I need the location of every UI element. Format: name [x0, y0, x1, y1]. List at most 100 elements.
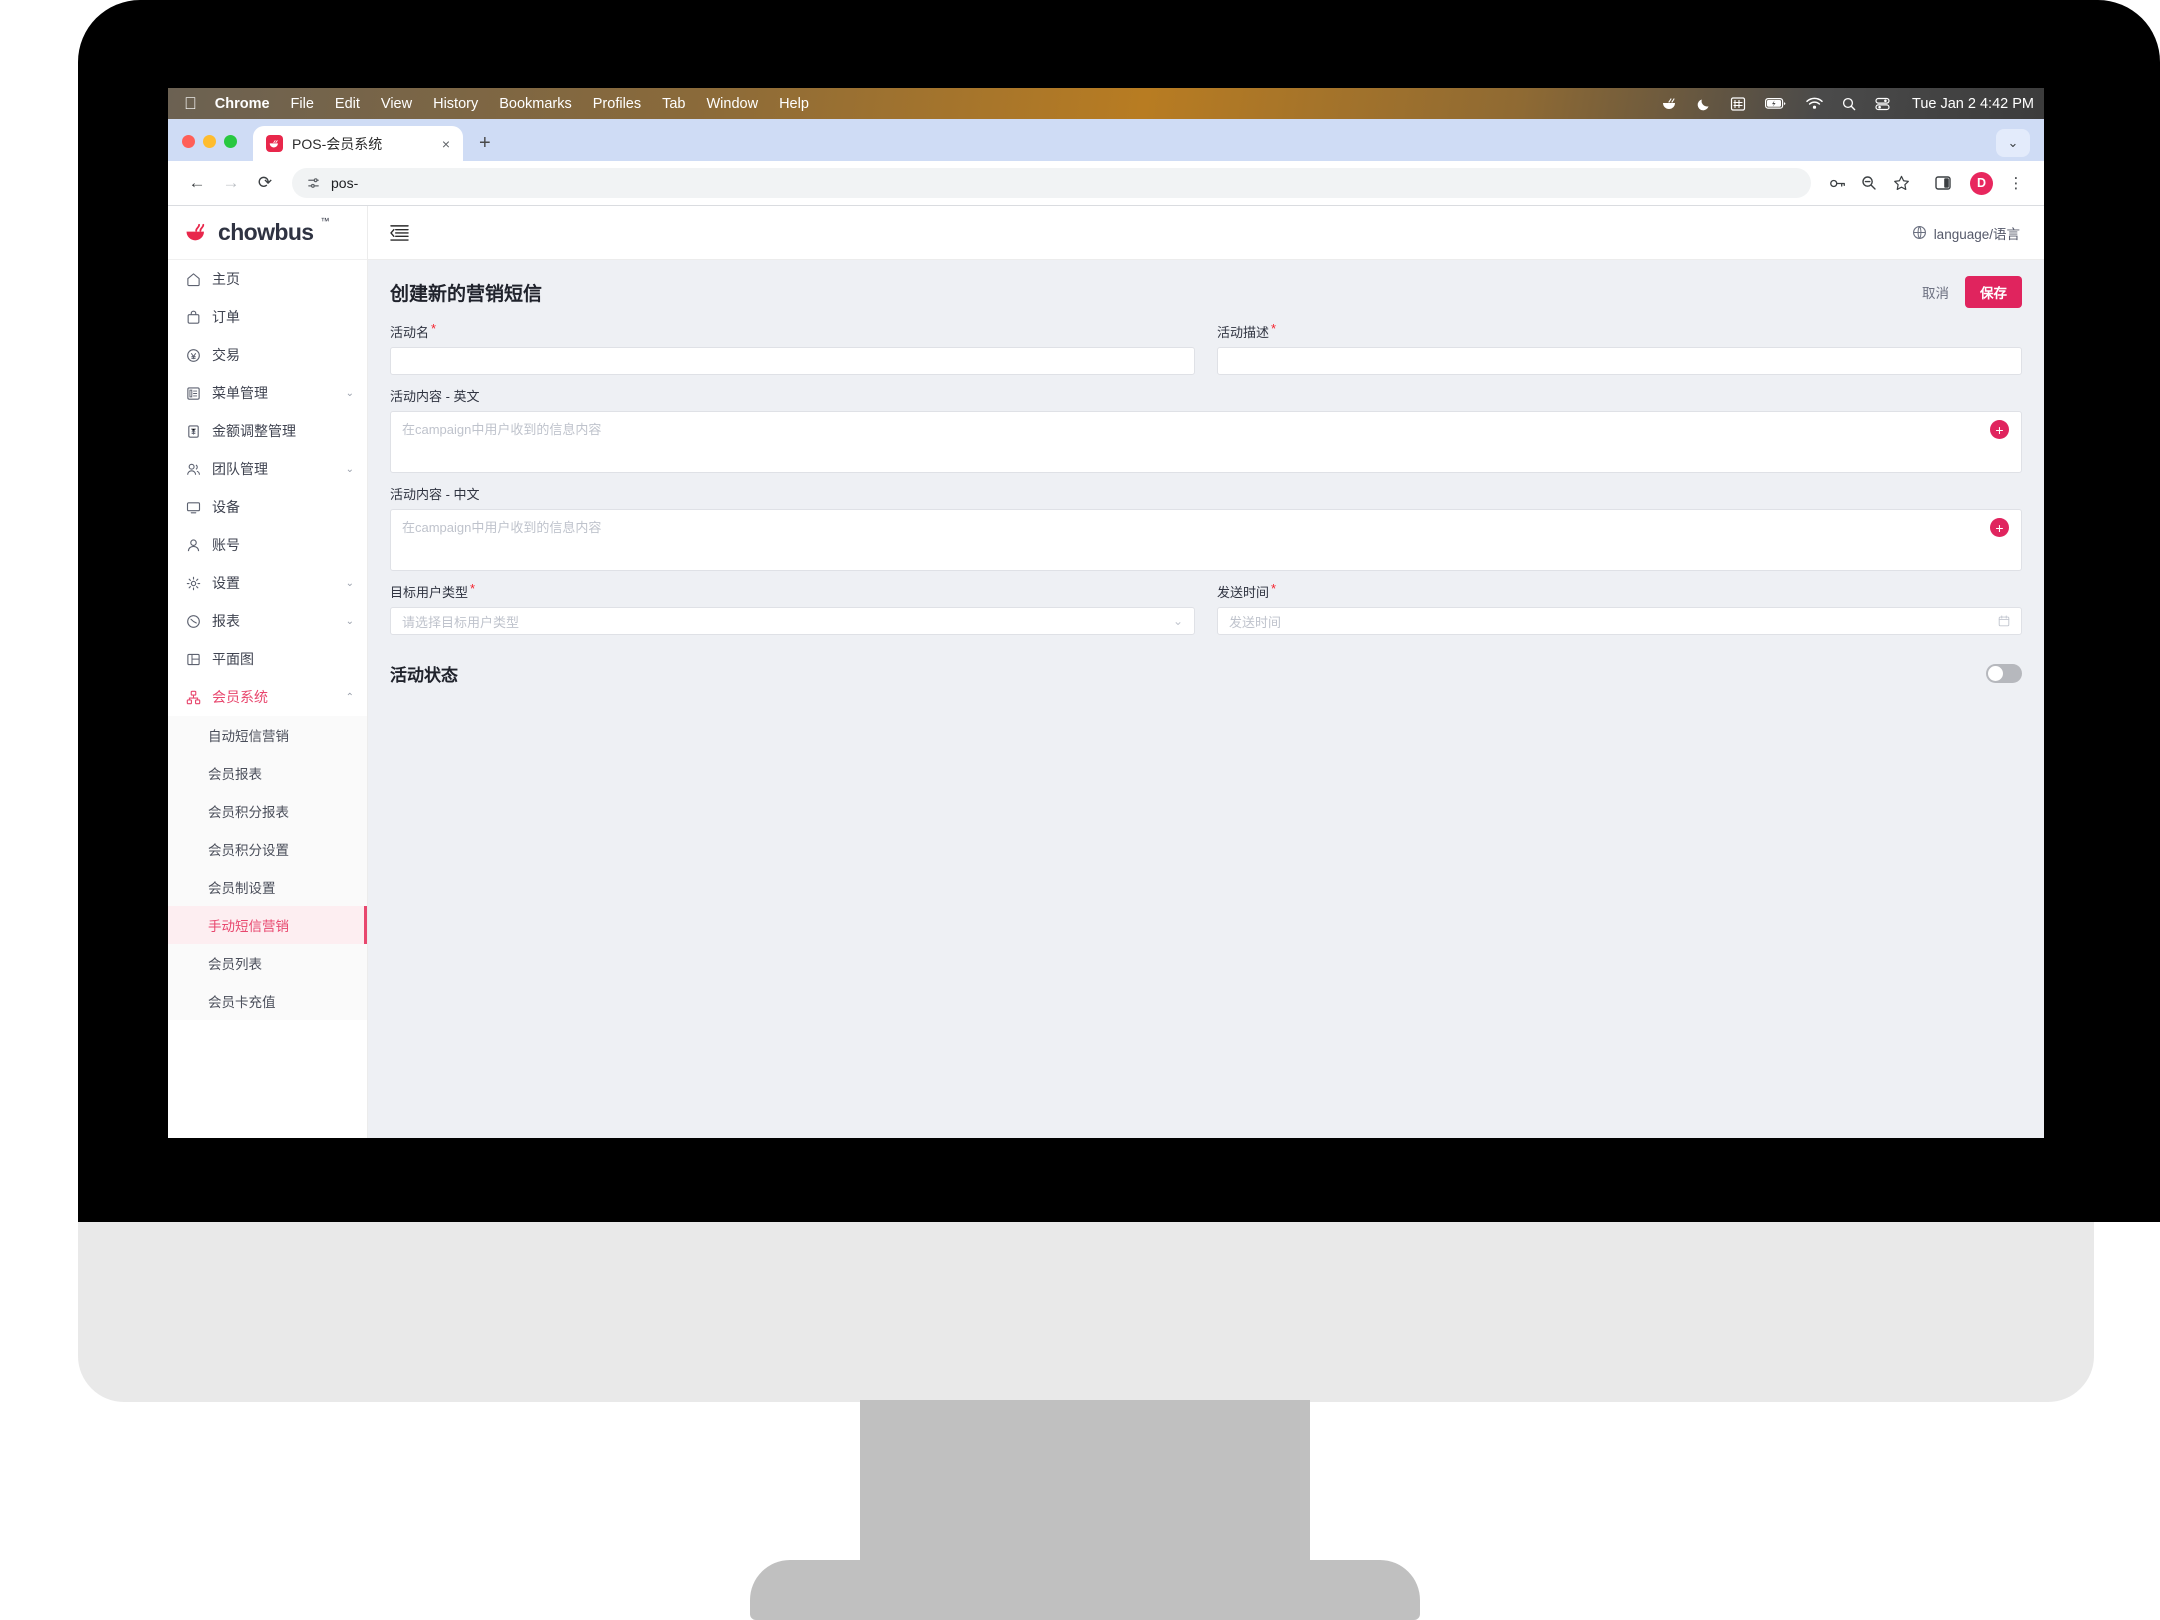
- macos-menubar:  Chrome File Edit View History Bookmark…: [168, 88, 2044, 119]
- close-tab-button[interactable]: ×: [439, 136, 453, 152]
- browser-toolbar: ← → ⟳ pos- D ⋮: [168, 161, 2044, 206]
- submenu-item-member-list[interactable]: 会员列表: [168, 944, 367, 982]
- add-variable-button[interactable]: +: [1990, 420, 2009, 439]
- menubar-item-history[interactable]: History: [433, 96, 478, 112]
- star-icon[interactable]: [1887, 169, 1915, 197]
- chevron-up-icon[interactable]: ⌃: [346, 692, 354, 703]
- form-row-target-time: 目标用户类型 * 请选择目标用户类型 ⌄ 发送时间 * 发送时间: [390, 582, 2022, 635]
- menubar-item-edit[interactable]: Edit: [335, 96, 360, 112]
- gear-icon: [185, 576, 201, 591]
- moon-icon[interactable]: [1697, 97, 1711, 111]
- content-zh-textarea[interactable]: 在campaign中用户收到的信息内容: [390, 509, 2022, 571]
- sidebar-item-reports[interactable]: 报表 ⌄: [168, 602, 367, 640]
- add-variable-button[interactable]: +: [1990, 518, 2009, 537]
- menubar-item-chrome[interactable]: Chrome: [215, 96, 270, 112]
- tab-search-button[interactable]: ⌄: [1996, 129, 2030, 157]
- sidebar-item-floorplan[interactable]: 平面图: [168, 640, 367, 678]
- apple-menu-icon[interactable]: : [184, 95, 197, 112]
- sidebar-item-orders[interactable]: 订单: [168, 298, 367, 336]
- required-asterisk: *: [1271, 581, 1277, 596]
- field-campaign-description: 活动描述 *: [1217, 322, 2022, 375]
- campaign-name-input[interactable]: [390, 347, 1195, 375]
- menubar-item-tab[interactable]: Tab: [662, 96, 685, 112]
- sidebar-item-devices[interactable]: 设备: [168, 488, 367, 526]
- submenu-item-manual-sms-marketing[interactable]: 手动短信营销: [168, 906, 367, 944]
- field-campaign-name: 活动名 *: [390, 322, 1195, 375]
- site-settings-icon[interactable]: [306, 176, 321, 191]
- submenu-item-member-points-settings[interactable]: 会员积分设置: [168, 830, 367, 868]
- control-center-icon[interactable]: [1875, 97, 1890, 111]
- chevron-down-icon[interactable]: ⌄: [346, 464, 354, 475]
- minimize-window-button[interactable]: [203, 135, 216, 148]
- language-switcher[interactable]: language/语言: [1912, 223, 2020, 243]
- submenu-item-auto-sms-marketing[interactable]: 自动短信营销: [168, 716, 367, 754]
- submenu-item-member-card-recharge[interactable]: 会员卡充值: [168, 982, 367, 1020]
- chevron-down-icon[interactable]: ⌄: [1173, 614, 1183, 628]
- content-area: 创建新的营销短信 取消 保存 活动名 * 活动描述 * 活动内容 - 英文 在c…: [368, 260, 2044, 1138]
- menubar-item-file[interactable]: File: [291, 96, 314, 112]
- close-window-button[interactable]: [182, 135, 195, 148]
- wifi-icon[interactable]: [1806, 97, 1823, 110]
- chowbus-favicon: [266, 135, 283, 152]
- required-asterisk: *: [431, 321, 437, 336]
- address-bar[interactable]: pos-: [292, 168, 1811, 198]
- send-time-input[interactable]: 发送时间: [1217, 607, 2022, 635]
- search-icon[interactable]: [1842, 97, 1856, 111]
- sidebar-item-transactions[interactable]: 交易: [168, 336, 367, 374]
- sidebar-item-membership-system[interactable]: 会员系统 ⌃: [168, 678, 367, 716]
- chowbus-menu-icon[interactable]: [1662, 97, 1678, 111]
- campaign-status-row: 活动状态: [390, 661, 2022, 686]
- form-row-content-zh: 活动内容 - 中文 在campaign中用户收到的信息内容 +: [390, 484, 2022, 571]
- input-source-icon[interactable]: [1730, 96, 1746, 111]
- profile-avatar[interactable]: D: [1970, 171, 1993, 195]
- submenu-item-member-report[interactable]: 会员报表: [168, 754, 367, 792]
- forward-button[interactable]: →: [216, 168, 246, 198]
- menubar-item-bookmarks[interactable]: Bookmarks: [499, 96, 572, 112]
- menubar-item-profiles[interactable]: Profiles: [593, 96, 641, 112]
- target-type-select[interactable]: 请选择目标用户类型 ⌄: [390, 607, 1195, 635]
- language-label: language/语言: [1933, 226, 2020, 242]
- side-panel-icon[interactable]: [1929, 169, 1957, 197]
- save-button[interactable]: 保存: [1965, 276, 2022, 308]
- sidebar-item-home[interactable]: 主页: [168, 260, 367, 298]
- menubar-item-window[interactable]: Window: [707, 96, 759, 112]
- calendar-icon[interactable]: [1998, 615, 2010, 627]
- page-title: 创建新的营销短信: [390, 283, 543, 305]
- campaign-status-toggle[interactable]: [1986, 664, 2022, 683]
- submenu-item-member-points-report[interactable]: 会员积分报表: [168, 792, 367, 830]
- collapse-sidebar-icon[interactable]: [390, 224, 409, 241]
- key-icon[interactable]: [1823, 169, 1851, 197]
- window-controls[interactable]: [182, 135, 237, 161]
- reload-button[interactable]: ⟳: [250, 168, 280, 198]
- battery-icon[interactable]: [1765, 97, 1787, 110]
- chevron-down-icon[interactable]: ⌄: [346, 578, 354, 589]
- transaction-icon: [185, 348, 201, 363]
- chowbus-bowl-icon: [185, 222, 211, 244]
- content-en-textarea[interactable]: 在campaign中用户收到的信息内容: [390, 411, 2022, 473]
- menubar-item-view[interactable]: View: [381, 96, 412, 112]
- new-tab-button[interactable]: +: [479, 133, 491, 153]
- menubar-clock[interactable]: Tue Jan 2 4:42 PM: [1912, 96, 2034, 112]
- zoom-out-icon[interactable]: [1855, 169, 1883, 197]
- sidebar-item-settings[interactable]: 设置 ⌄: [168, 564, 367, 602]
- chevron-down-icon[interactable]: ⌄: [346, 616, 354, 627]
- campaign-name-label-wrap: 活动名 *: [390, 322, 1195, 341]
- sidebar-item-label: 订单: [212, 309, 240, 325]
- chowbus-logo[interactable]: chowbus ™: [168, 206, 367, 260]
- campaign-desc-input[interactable]: [1217, 347, 2022, 375]
- cancel-button[interactable]: 取消: [1922, 282, 1949, 302]
- sidebar-item-account[interactable]: 账号: [168, 526, 367, 564]
- sidebar-item-menu-management[interactable]: 菜单管理 ⌄: [168, 374, 367, 412]
- chevron-down-icon[interactable]: ⌄: [346, 388, 354, 399]
- sidebar-item-amount-adjustment[interactable]: 金额调整管理: [168, 412, 367, 450]
- sidebar-item-team-management[interactable]: 团队管理 ⌄: [168, 450, 367, 488]
- maximize-window-button[interactable]: [224, 135, 237, 148]
- monitor-chin: [78, 1222, 2094, 1402]
- menubar-item-help[interactable]: Help: [779, 96, 809, 112]
- chrome-menu-icon[interactable]: ⋮: [2002, 169, 2030, 197]
- browser-tab[interactable]: POS-会员系统 ×: [253, 126, 463, 161]
- form-row-content-en: 活动内容 - 英文 在campaign中用户收到的信息内容 +: [390, 386, 2022, 473]
- back-button[interactable]: ←: [182, 168, 212, 198]
- field-target-user-type: 目标用户类型 * 请选择目标用户类型 ⌄: [390, 582, 1195, 635]
- submenu-item-membership-settings[interactable]: 会员制设置: [168, 868, 367, 906]
